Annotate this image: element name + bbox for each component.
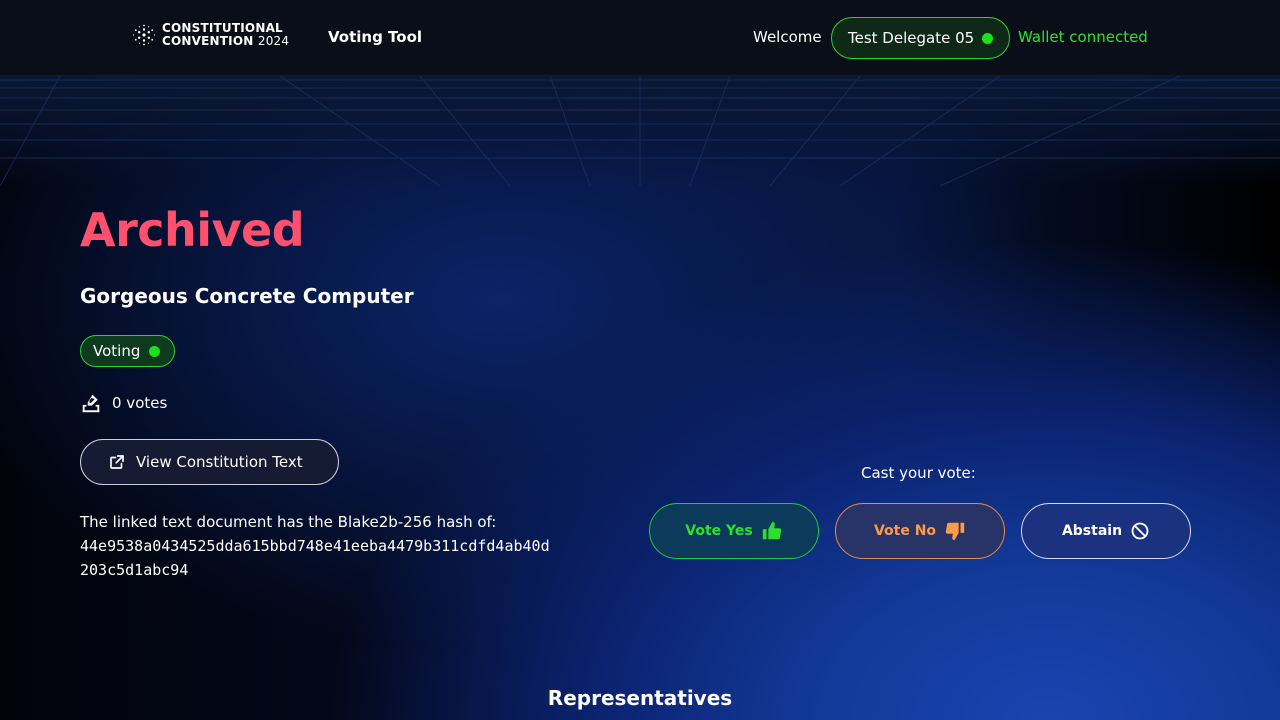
- representatives-heading: Representatives: [547, 686, 733, 710]
- ban-icon: [1131, 522, 1149, 540]
- thumbs-up-icon: [762, 521, 781, 540]
- top-navigation-bar: CONSTITUTIONAL CONVENTION 2024 Voting To…: [0, 0, 1280, 76]
- green-dot-icon: [982, 32, 994, 44]
- perspective-grid: [0, 76, 1280, 186]
- constitutional-convention-logo[interactable]: CONSTITUTIONAL CONVENTION 2024: [132, 22, 289, 48]
- nav-voting-tool[interactable]: Voting Tool: [328, 28, 422, 46]
- vote-yes-button[interactable]: Vote Yes: [649, 503, 819, 559]
- external-link-icon: [110, 455, 124, 469]
- cardano-logo-icon: [132, 24, 156, 46]
- abstain-button[interactable]: Abstain: [1021, 503, 1191, 559]
- green-dot-icon: [149, 345, 161, 357]
- proposal-state-heading: Archived: [80, 203, 305, 257]
- view-constitution-label: View Constitution Text: [136, 453, 303, 471]
- abstain-label: Abstain: [1061, 523, 1123, 539]
- ballot-box-icon: [82, 394, 100, 413]
- wallet-status: Wallet connected: [1018, 28, 1148, 46]
- thumbs-down-icon: [945, 522, 965, 541]
- vote-no-label: Vote No: [873, 523, 937, 539]
- votes-label: 0 votes: [112, 394, 168, 412]
- proposal-title: Gorgeous Concrete Computer: [80, 284, 414, 308]
- hash-value: 44e9538a0434525dda615bbd748e41eeba4479b3…: [80, 537, 550, 579]
- hash-description: The linked text document has the Blake2b…: [80, 513, 497, 531]
- vote-count: 0 votes: [80, 392, 167, 414]
- logo-year: 2024: [257, 34, 290, 48]
- view-constitution-button[interactable]: View Constitution Text: [80, 439, 339, 485]
- logo-text: CONSTITUTIONAL CONVENTION 2024: [162, 22, 289, 48]
- vote-yes-label: Vote Yes: [685, 523, 753, 539]
- logo-line-2: CONVENTION: [162, 34, 254, 48]
- vote-no-button[interactable]: Vote No: [835, 503, 1005, 559]
- status-badge: Voting: [80, 335, 175, 367]
- welcome-label: Welcome: [753, 28, 822, 46]
- status-label: Voting: [93, 342, 141, 360]
- user-name: Test Delegate 05: [848, 29, 975, 47]
- cast-vote-label: Cast your vote:: [861, 464, 976, 482]
- decorative-grid-background: [0, 76, 1280, 186]
- user-account-button[interactable]: Test Delegate 05: [831, 17, 1010, 59]
